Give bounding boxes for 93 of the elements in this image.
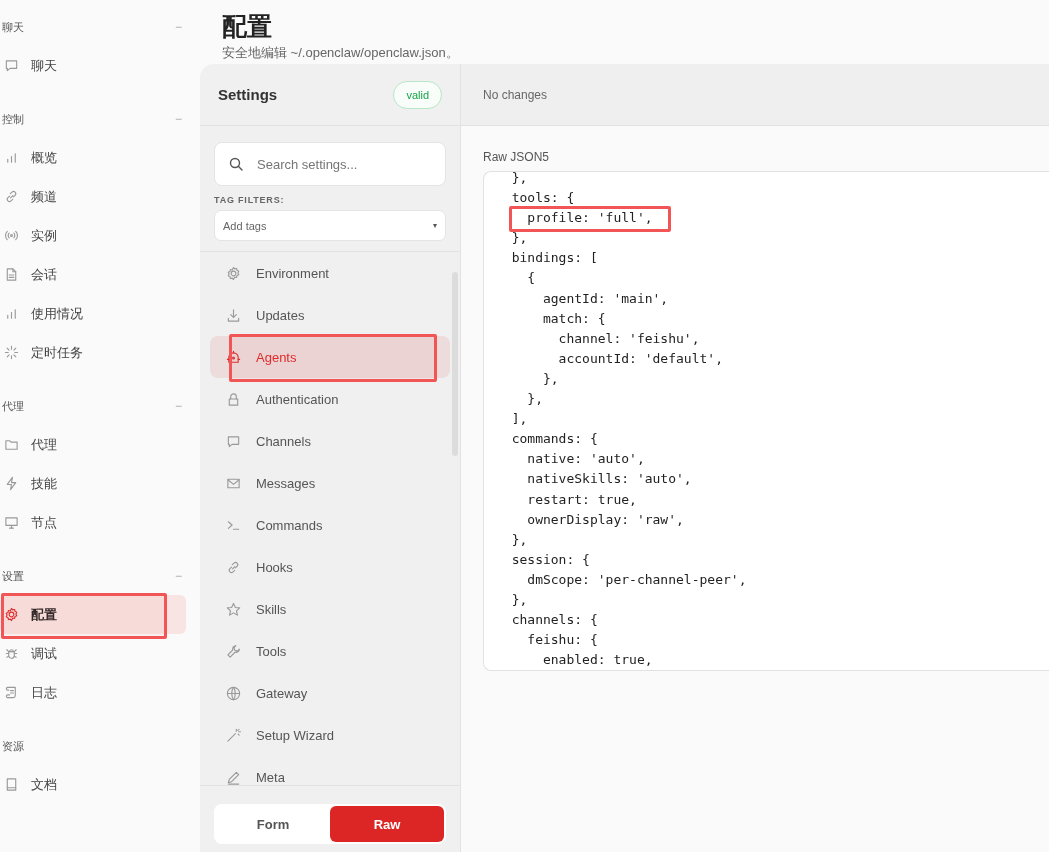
code-line: native: 'auto', [526,451,645,467]
nav-item[interactable]: 调试 [0,634,186,673]
robot-icon [226,349,241,365]
book-icon [4,777,19,792]
nav-item[interactable]: 文档 [0,765,186,804]
bar-chart-icon [4,150,19,165]
search-field[interactable]: Search settings... [214,142,446,186]
nav-item[interactable]: 实例 [0,216,186,255]
tags-dropdown[interactable]: Add tags ▾ [214,210,446,241]
settings-section-item[interactable]: Hooks [210,546,450,588]
settings-section-item[interactable]: Skills [210,588,450,630]
change-status: No changes [483,87,548,102]
code-line: channel: 'feishu', [557,330,700,346]
mode-tab[interactable]: Raw [330,806,444,842]
folder-icon [4,437,19,452]
code-line: commands: { [510,431,598,447]
page-title: 配置 [222,11,273,42]
settings-section-item[interactable]: Gateway [210,672,450,714]
code-line: profile: 'full', [526,210,653,226]
settings-section-item[interactable]: Meta [210,756,450,785]
settings-section-item[interactable]: Channels [210,420,450,462]
pen-icon [226,769,241,785]
settings-section-item[interactable]: Setup Wizard [210,714,450,756]
radio-waves-icon [4,228,19,243]
code-line: ownerDisplay: 'raw', [526,511,684,527]
star-icon [226,601,241,617]
code-line: }, [526,391,543,407]
code-line: channels: { [510,612,598,628]
code-line: }, [510,172,528,185]
link-icon [4,189,19,204]
monitor-icon [4,515,19,530]
nav-item[interactable]: 节点 [0,503,186,542]
magic-wand-icon [226,727,241,743]
bug-icon [4,646,19,661]
settings-title: Settings [218,86,278,103]
code-line: restart: true, [526,491,637,507]
nav-item[interactable]: 会话 [0,255,186,294]
code-line: feishu: { [526,632,598,648]
code-line: bindings: [ [510,250,598,266]
settings-section-item[interactable]: Environment [210,252,450,294]
code-line: nativeSkills: 'auto', [526,471,692,487]
nav-group-title: 控制 [2,111,24,127]
nav-group-title: 设置 [2,568,24,584]
nav-group-title: 聊天 [2,19,24,35]
nav-item[interactable]: 代理 [0,425,186,464]
valid-badge: valid [393,80,442,109]
gear-icon [226,265,241,281]
nav-item[interactable]: 技能 [0,464,186,503]
nav-item[interactable]: 概览 [0,138,186,177]
nav-item[interactable]: 聊天 [0,46,186,85]
settings-section-item[interactable]: Messages [210,462,450,504]
bar-chart-icon [4,306,19,321]
search-icon [228,156,244,172]
code-line: accountId: 'default', [557,350,723,366]
code-editor[interactable] [483,171,1049,671]
code-line: ], [510,411,528,427]
download-icon [226,307,241,323]
nav-item[interactable]: 频道 [0,177,186,216]
scroll-icon [4,685,19,700]
page-subtitle: 安全地编辑 ~/.openclaw/openclaw.json。 [222,44,460,62]
lightning-icon [4,476,19,491]
mode-tab[interactable]: Form [216,806,330,842]
nav-group-title: 资源 [2,738,24,754]
tag-filters-label: TAG FILTERS: [214,195,286,205]
code-line: session: { [510,551,590,567]
code-line: }, [510,230,528,246]
editor-label: Raw JSON5 [483,150,551,164]
code-line: enabled: true, [541,652,653,668]
settings-section-item[interactable]: Commands [210,504,450,546]
code-line: dmScope: 'per-channel-peer', [526,571,747,587]
settings-section-item[interactable]: Authentication [210,378,450,420]
chat-bubble-icon [4,58,19,73]
code-line: }, [510,591,528,607]
code-line: }, [541,370,559,386]
chat-bubble-icon [226,433,241,449]
lock-icon [226,391,241,407]
nav-item[interactable]: 日志 [0,673,186,712]
link-icon [226,559,241,575]
settings-section-item[interactable]: Updates [210,294,450,336]
loader-icon [4,345,19,360]
globe-icon [226,685,241,701]
settings-section-item[interactable]: Tools [210,630,450,672]
nav-group-title: 代理 [2,398,24,414]
nav-item[interactable]: 使用情况 [0,294,186,333]
gear-icon [4,607,19,622]
code-line: agentId: 'main', [541,290,669,306]
wrench-icon [226,643,241,659]
code-line: { [526,270,536,286]
code-line: }, [510,531,528,547]
document-icon [4,267,19,282]
code-line: match: { [541,310,606,326]
nav-item[interactable]: 定时任务 [0,333,186,372]
code-line: tools: { [510,190,575,206]
